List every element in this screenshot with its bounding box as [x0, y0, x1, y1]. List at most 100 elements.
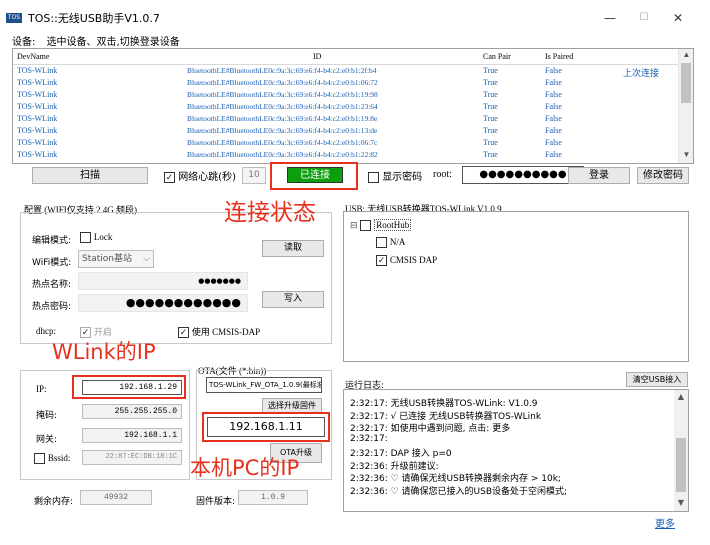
hotspot-password-label: 热点密码:: [32, 302, 72, 312]
dhcp-checkbox-label: 开启: [93, 328, 112, 338]
cmsis-checkbox[interactable]: [178, 327, 189, 338]
device-table-scrollbar[interactable]: ▲ ▼: [678, 49, 693, 163]
host-ip-input[interactable]: 192.168.1.11: [207, 417, 325, 437]
cmsis-dap-label: CMSIS DAP: [389, 255, 438, 265]
cmsis-toggle[interactable]: 使用 CMSIS-DAP: [178, 325, 260, 338]
column-is-paired[interactable]: Is Paired: [545, 52, 573, 61]
cell-can-pair: True: [483, 114, 498, 123]
choose-firmware-button[interactable]: 选择升级固件: [262, 398, 322, 413]
maximize-button[interactable]: ☐: [627, 8, 661, 28]
table-row[interactable]: TOS-WLink BluetoothLE#BluetoothLE0c:9a:3c…: [13, 89, 679, 101]
mask-input[interactable]: 255.255.255.0: [82, 404, 182, 419]
cell-is-paired: False: [545, 78, 562, 87]
cmsis-dap-checkbox[interactable]: [376, 255, 387, 266]
column-devname[interactable]: DevName: [17, 52, 49, 61]
hotspot-password-input[interactable]: ●●●●●●●●●●●●: [78, 294, 248, 312]
more-link[interactable]: 更多: [655, 515, 675, 530]
log-line: 2:32:17: 如使用中遇到问题, 点击: 更多: [350, 424, 511, 434]
clear-usb-button[interactable]: 清空USB接入: [626, 372, 688, 387]
heartbeat-toggle[interactable]: 网络心跳(秒): [164, 168, 236, 183]
lock-checkbox[interactable]: [80, 232, 91, 243]
cell-name: TOS-WLink: [17, 114, 58, 123]
column-id[interactable]: ID: [313, 52, 321, 61]
cell-is-paired: False: [545, 66, 562, 75]
hotspot-name-label: 热点名称:: [32, 280, 72, 290]
ota-file-input[interactable]: TOS-WLink_FW_OTA_1.0.9(最标准: [206, 377, 322, 393]
tree-node-na[interactable]: N/A: [376, 237, 405, 248]
show-password-toggle[interactable]: 显示密码: [368, 168, 422, 183]
log-line: 2:32:17:: [350, 433, 388, 444]
mask-label: 掩码:: [36, 411, 58, 421]
log-line: 2:32:36: ♡ 请确保无线USB转换器剩余内存 > 10k;: [350, 474, 561, 484]
hotspot-name-input[interactable]: ●●●●●●●: [78, 272, 248, 290]
write-button[interactable]: 写入: [262, 291, 324, 308]
dhcp-checkbox[interactable]: [80, 327, 91, 338]
log-scroll-thumb[interactable]: [676, 438, 686, 492]
edit-mode-label: 编辑模式:: [32, 236, 72, 246]
cell-id: BluetoothLE#BluetoothLE0c:9a:3c:69:e6:f4…: [187, 78, 378, 87]
table-row[interactable]: TOS-WLink BluetoothLE#BluetoothLE0c:9a:3c…: [13, 65, 679, 78]
wifi-mode-select[interactable]: Station基站 ⌵: [78, 250, 154, 268]
change-password-button[interactable]: 修改密码: [637, 167, 689, 184]
column-can-pair[interactable]: Can Pair: [483, 52, 511, 61]
log-panel[interactable]: 2:32:17: 无线USB转换器TOS-WLink: V1.0.9 2:32:1…: [343, 389, 689, 512]
scroll-up-icon[interactable]: ▲: [679, 50, 693, 62]
bssid-toggle[interactable]: Bssid:: [34, 453, 70, 464]
tree-root-node[interactable]: ⊟ RootHub: [350, 219, 412, 231]
gateway-input[interactable]: 192.168.1.1: [82, 428, 182, 443]
cmsis-label: 使用 CMSIS-DAP: [191, 327, 261, 337]
na-checkbox[interactable]: [376, 237, 387, 248]
read-button[interactable]: 读取: [262, 240, 324, 257]
cell-can-pair: True: [483, 138, 498, 147]
minimize-button[interactable]: —: [593, 8, 627, 28]
cell-name: TOS-WLink: [17, 90, 58, 99]
scan-button[interactable]: 扫描: [32, 167, 148, 184]
root-checkbox[interactable]: [360, 220, 372, 231]
device-table-header: DevName ID Can Pair Is Paired: [13, 49, 679, 65]
dhcp-toggle[interactable]: 开启: [80, 325, 112, 338]
table-row[interactable]: TOS-WLink BluetoothLE#BluetoothLE0c:9a:3c…: [13, 77, 679, 89]
log-scrollbar[interactable]: ▲ ▼: [674, 390, 688, 511]
device-bar: 设备: 选中设备、双击,切换登录设备: [12, 33, 180, 48]
heartbeat-input[interactable]: 10: [242, 167, 266, 184]
log-scroll-up-icon[interactable]: ▲: [674, 392, 688, 404]
bssid-checkbox[interactable]: [34, 453, 45, 464]
free-memory-value: 49932: [80, 490, 152, 505]
show-password-label: 显示密码: [382, 172, 423, 183]
root-label: RootHub: [374, 219, 412, 231]
table-row[interactable]: TOS-WLink BluetoothLE#BluetoothLE0c:9a:3c…: [13, 125, 679, 137]
close-button[interactable]: ✕: [661, 8, 695, 28]
cell-name: TOS-WLink: [17, 150, 58, 159]
cell-name: TOS-WLink: [17, 138, 58, 147]
scroll-thumb[interactable]: [681, 63, 691, 103]
lock-toggle[interactable]: Lock: [80, 232, 112, 243]
root-label: root:: [433, 169, 452, 180]
firmware-label: 固件版本:: [196, 497, 236, 507]
table-row[interactable]: TOS-WLink BluetoothLE#BluetoothLE0c:9a:3c…: [13, 137, 679, 149]
heartbeat-checkbox[interactable]: [164, 171, 175, 183]
table-row[interactable]: TOS-WLink BluetoothLE#BluetoothLE0c:9a:3c…: [13, 113, 679, 125]
cell-can-pair: True: [483, 126, 498, 135]
table-row[interactable]: TOS-WLink BluetoothLE#BluetoothLE0c:9a:3c…: [13, 149, 679, 161]
device-table[interactable]: DevName ID Can Pair Is Paired TOS-WLink B…: [12, 48, 694, 164]
root-password-input[interactable]: ●●●●●●●●●●: [462, 166, 584, 184]
table-row[interactable]: TOS-WLink BluetoothLE#BluetoothLE0c:9a:3c…: [13, 101, 679, 113]
collapse-icon[interactable]: ⊟: [350, 221, 358, 231]
usb-tree[interactable]: ⊟ RootHub N/A CMSIS DAP: [343, 211, 689, 362]
wifi-mode-value: Station基站: [82, 254, 132, 264]
ip-input[interactable]: 192.168.1.29: [82, 380, 182, 395]
log-scroll-down-icon[interactable]: ▼: [674, 498, 688, 510]
log-line: 2:32:36: 升级前建议:: [350, 461, 439, 472]
cell-can-pair: True: [483, 78, 498, 87]
cell-is-paired: False: [545, 114, 562, 123]
chevron-down-icon: ⌵: [143, 254, 150, 264]
bssid-input[interactable]: 22:87:EC:DB:18:1C: [82, 450, 182, 465]
tree-node-cmsis[interactable]: CMSIS DAP: [376, 255, 437, 266]
cell-name: TOS-WLink: [17, 66, 58, 75]
annotation-host-ip: 本机PC的IP: [190, 456, 300, 480]
show-password-checkbox[interactable]: [368, 171, 379, 183]
gateway-label: 网关:: [36, 435, 58, 445]
login-button[interactable]: 登录: [568, 167, 630, 184]
scroll-down-icon[interactable]: ▼: [679, 150, 693, 162]
window-title: TOS::无线USB助手V1.0.7: [28, 12, 160, 25]
